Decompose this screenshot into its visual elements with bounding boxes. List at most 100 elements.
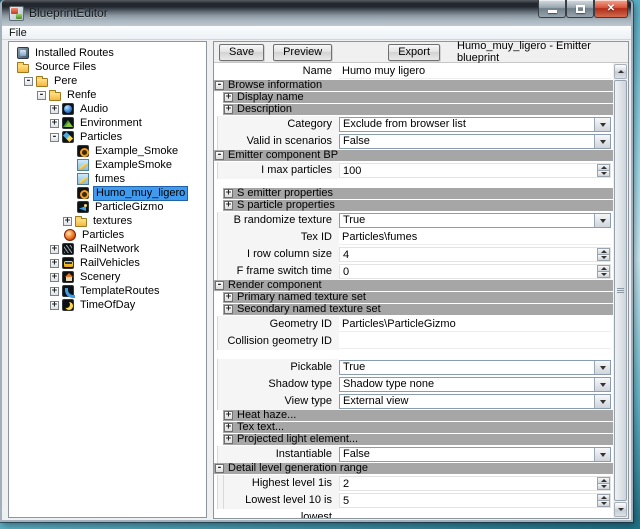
dropdown-button[interactable] bbox=[594, 214, 610, 227]
dropdown-button[interactable] bbox=[594, 395, 610, 408]
titlebar[interactable]: BlueprintEditor ✕ bbox=[2, 0, 631, 26]
tree-item-particles[interactable]: Particles bbox=[9, 228, 206, 242]
tex-id-input[interactable]: Particles\fumes bbox=[339, 230, 611, 245]
section-header-projected-light-element[interactable]: +Projected light element... bbox=[223, 434, 613, 445]
spinner-up-button[interactable] bbox=[597, 494, 610, 501]
tree-expander-icon[interactable]: - bbox=[24, 77, 33, 86]
tree-item-pere[interactable]: -Pere bbox=[9, 74, 206, 88]
geometry-id-input[interactable]: Particles\ParticleGizmo bbox=[339, 317, 611, 332]
spinner-down-button[interactable] bbox=[597, 501, 610, 507]
section-header-description[interactable]: +Description bbox=[223, 104, 613, 115]
tree-expander-icon[interactable]: - bbox=[37, 91, 46, 100]
tree-item-particlegizmo[interactable]: ParticleGizmo bbox=[9, 200, 206, 214]
collision-geometry-id-input[interactable] bbox=[339, 334, 611, 349]
view-type-dropdown[interactable]: External view bbox=[339, 394, 611, 409]
dropdown-button[interactable] bbox=[594, 118, 610, 131]
dropdown-button[interactable] bbox=[594, 378, 610, 391]
section-expander-icon[interactable]: + bbox=[224, 411, 233, 420]
section-header-browse-information[interactable]: -Browse information bbox=[214, 80, 613, 91]
tree-item-renfe[interactable]: -Renfe bbox=[9, 88, 206, 102]
properties-scrollbar[interactable] bbox=[613, 63, 628, 518]
tree-item-examplesmoke[interactable]: ExampleSmoke bbox=[9, 158, 206, 172]
spinner-up-button[interactable] bbox=[597, 477, 610, 484]
section-expander-icon[interactable]: - bbox=[215, 464, 224, 473]
tree-item-railvehicles[interactable]: +RailVehicles bbox=[9, 256, 206, 270]
dropdown-button[interactable] bbox=[594, 361, 610, 374]
tree-item-textures[interactable]: +textures bbox=[9, 214, 206, 228]
section-header-detail-level-generation-range[interactable]: -Detail level generation range bbox=[214, 463, 613, 474]
preview-button[interactable]: Preview bbox=[273, 44, 332, 61]
section-expander-icon[interactable]: + bbox=[224, 293, 233, 302]
tree-item-environment[interactable]: +Environment bbox=[9, 116, 206, 130]
tree-item-source-files[interactable]: Source Files bbox=[9, 60, 206, 74]
section-expander-icon[interactable]: - bbox=[215, 151, 224, 160]
section-header-display-name[interactable]: +Display name bbox=[223, 92, 613, 103]
section-header-heat-haze[interactable]: +Heat haze... bbox=[223, 410, 613, 421]
section-expander-icon[interactable]: - bbox=[215, 281, 224, 290]
spinner-up-button[interactable] bbox=[597, 265, 610, 272]
section-header-tex-text[interactable]: +Tex text... bbox=[223, 422, 613, 433]
minimize-button[interactable] bbox=[538, 0, 566, 18]
name-input[interactable]: Humo muy ligero bbox=[339, 64, 611, 79]
spinner-down-button[interactable] bbox=[597, 272, 610, 278]
section-expander-icon[interactable]: + bbox=[224, 201, 233, 210]
section-header-primary-named-texture-set[interactable]: +Primary named texture set bbox=[223, 292, 613, 303]
save-button[interactable]: Save bbox=[219, 44, 264, 61]
highest-level-1is-highest-spinner[interactable]: 2 bbox=[339, 476, 611, 491]
export-button[interactable]: Export bbox=[388, 44, 440, 61]
tree-expander-icon[interactable]: - bbox=[50, 133, 59, 142]
b-randomize-texture-dropdown[interactable]: True bbox=[339, 213, 611, 228]
spinner-down-button[interactable] bbox=[597, 171, 610, 177]
scroll-down-button[interactable] bbox=[614, 502, 627, 517]
tree-item-audio[interactable]: +Audio bbox=[9, 102, 206, 116]
tree-item-example-smoke[interactable]: Example_Smoke bbox=[9, 144, 206, 158]
category-dropdown[interactable]: Exclude from browser list bbox=[339, 117, 611, 132]
tree-item-scenery[interactable]: +Scenery bbox=[9, 270, 206, 284]
tree-expander-icon[interactable]: + bbox=[50, 287, 59, 296]
tree-item-humo-muy-ligero[interactable]: Humo_muy_ligero bbox=[9, 186, 206, 200]
valid-in-scenarios-dropdown[interactable]: False bbox=[339, 134, 611, 149]
i-max-particles-spinner[interactable]: 100 bbox=[339, 163, 611, 178]
section-expander-icon[interactable]: + bbox=[224, 105, 233, 114]
f-frame-switch-time-spinner[interactable]: 0 bbox=[339, 264, 611, 279]
section-expander-icon[interactable]: - bbox=[215, 81, 224, 90]
section-header-s-emitter-properties[interactable]: +S emitter properties bbox=[223, 188, 613, 199]
section-header-emitter-component-bp[interactable]: -Emitter component BP bbox=[214, 150, 613, 161]
i-row-column-size-spinner[interactable]: 4 bbox=[339, 247, 611, 262]
tree-expander-icon[interactable]: + bbox=[63, 217, 72, 226]
section-expander-icon[interactable]: + bbox=[224, 93, 233, 102]
scrollbar-thumb[interactable] bbox=[614, 80, 627, 501]
tree-item-particles[interactable]: -Particles bbox=[9, 130, 206, 144]
tree-item-installed-routes[interactable]: Installed Routes bbox=[9, 46, 206, 60]
tree-item-templateroutes[interactable]: +TemplateRoutes bbox=[9, 284, 206, 298]
maximize-button[interactable] bbox=[566, 0, 594, 18]
menu-file[interactable]: File bbox=[2, 26, 34, 40]
tree-item-railnetwork[interactable]: +RailNetwork bbox=[9, 242, 206, 256]
section-header-render-component[interactable]: -Render component bbox=[214, 280, 613, 291]
section-expander-icon[interactable]: + bbox=[224, 189, 233, 198]
instantiable-dropdown[interactable]: False bbox=[339, 447, 611, 462]
lowest-level-10-is-lowest-spinner[interactable]: 5 bbox=[339, 493, 611, 508]
section-header-s-particle-properties[interactable]: +S particle properties bbox=[223, 200, 613, 211]
scroll-up-button[interactable] bbox=[614, 64, 627, 79]
section-expander-icon[interactable]: + bbox=[224, 305, 233, 314]
spinner-down-button[interactable] bbox=[597, 255, 610, 261]
section-header-secondary-named-texture-set[interactable]: +Secondary named texture set bbox=[223, 304, 613, 315]
spinner-up-button[interactable] bbox=[597, 164, 610, 171]
tree-expander-icon[interactable]: + bbox=[50, 245, 59, 254]
shadow-type-dropdown[interactable]: Shadow type none bbox=[339, 377, 611, 392]
spinner-up-button[interactable] bbox=[597, 248, 610, 255]
tree-expander-icon[interactable]: + bbox=[50, 119, 59, 128]
close-button[interactable]: ✕ bbox=[594, 0, 628, 18]
tree-item-timeofday[interactable]: +TimeOfDay bbox=[9, 298, 206, 312]
tree-expander-icon[interactable]: + bbox=[50, 259, 59, 268]
tree-expander-icon[interactable]: + bbox=[50, 301, 59, 310]
dropdown-button[interactable] bbox=[594, 448, 610, 461]
tree-item-fumes[interactable]: fumes bbox=[9, 172, 206, 186]
tree-expander-icon[interactable]: + bbox=[50, 105, 59, 114]
section-expander-icon[interactable]: + bbox=[224, 435, 233, 444]
tree-expander-icon[interactable]: + bbox=[50, 273, 59, 282]
dropdown-button[interactable] bbox=[594, 135, 610, 148]
pickable-dropdown[interactable]: True bbox=[339, 360, 611, 375]
spinner-down-button[interactable] bbox=[597, 484, 610, 490]
